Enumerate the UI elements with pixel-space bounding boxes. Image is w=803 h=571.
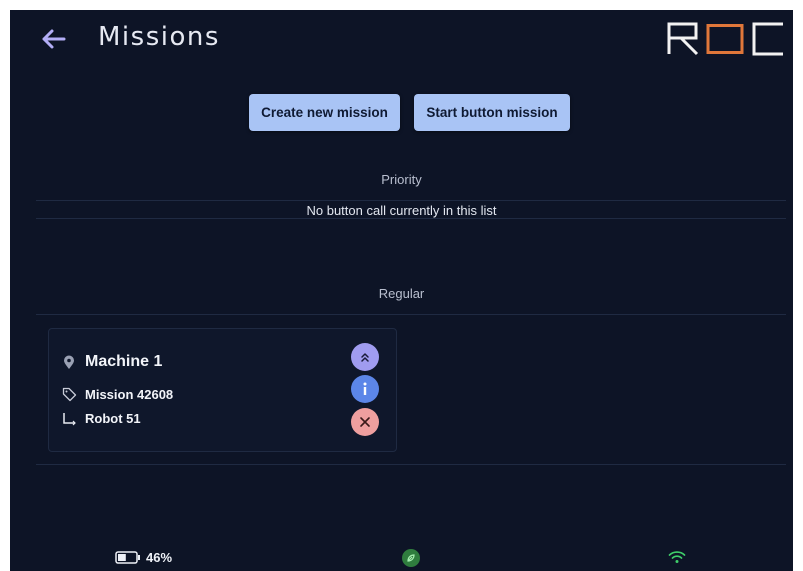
prioritize-button[interactable] [351, 343, 379, 371]
double-chevron-up-icon [361, 353, 369, 362]
mission-card: Machine 1 Mission 42608 Robot 51 [48, 328, 397, 452]
mission-robot: Robot 51 [85, 410, 141, 426]
roc-logo [667, 22, 783, 56]
mission-actions: Create new mission Start button mission [249, 94, 570, 131]
mission-location: Machine 1 [85, 353, 163, 370]
page-title: Missions [98, 22, 220, 52]
robot-path-icon [61, 410, 77, 426]
mission-id: Mission 42608 [85, 386, 174, 402]
leaf-status-icon [402, 549, 420, 567]
priority-divider-top [36, 200, 786, 201]
mission-robot-row: Robot 51 [61, 410, 141, 426]
priority-empty-message: No button call currently in this list [306, 203, 497, 218]
battery-icon [115, 551, 140, 564]
cancel-mission-button[interactable] [351, 408, 379, 436]
missions-screen: Missions Create new mission Start button… [10, 10, 793, 571]
mission-id-row: Mission 42608 [61, 386, 173, 402]
battery-percent: 46% [146, 550, 173, 565]
tag-icon [61, 386, 77, 402]
back-arrow-icon [42, 29, 66, 49]
regular-divider-top [36, 314, 786, 315]
regular-divider-bottom [36, 464, 786, 465]
battery-status: 46% [115, 550, 172, 565]
info-icon [363, 382, 367, 395]
info-button[interactable] [351, 375, 379, 403]
priority-divider-bottom [36, 218, 786, 219]
close-icon [360, 417, 370, 427]
create-mission-button[interactable]: Create new mission [249, 94, 400, 131]
back-button[interactable] [36, 24, 70, 54]
map-pin-icon [61, 354, 77, 370]
wifi-icon [668, 551, 686, 563]
priority-section-label: Priority [381, 172, 422, 187]
app-header: Missions [10, 10, 793, 72]
start-button-mission-button[interactable]: Start button mission [414, 94, 570, 131]
status-bar: 46% [10, 545, 793, 571]
regular-section-label: Regular [378, 286, 425, 301]
mission-location-row: Machine 1 [61, 353, 162, 371]
